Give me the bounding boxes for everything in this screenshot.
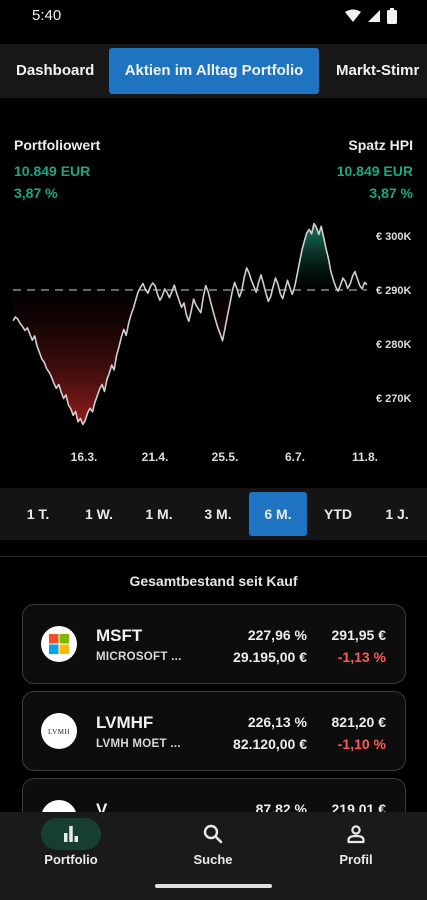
y-tick-label: € 270K (376, 393, 412, 405)
search-icon (203, 824, 223, 844)
x-tick-label: 25.5. (212, 450, 239, 464)
holding-name: LVMH MOET ... (96, 738, 181, 750)
nav-label: Portfolio (44, 852, 98, 867)
holding-card-lvmhf[interactable]: LVMH LVMHF LVMH MOET ... 226,13 % 82.120… (22, 691, 406, 771)
status-bar: 5:40 (0, 0, 427, 32)
y-tick-label: € 290K (376, 285, 412, 297)
holding-day-change: -1,10 % (337, 736, 386, 752)
lvmh-logo-text: LVMH (48, 728, 70, 736)
holding-price: 821,20 € (331, 714, 387, 730)
person-icon (347, 825, 365, 844)
range-1-woche[interactable]: 1 W. (70, 492, 128, 536)
x-tick-label: 6.7. (285, 450, 305, 464)
holding-percent-gain: 227,96 % (247, 627, 307, 643)
holding-value: 29.195,00 € (233, 649, 307, 665)
bar-chart-icon (64, 826, 78, 842)
wifi-icon (345, 9, 361, 22)
portfolio-chart-area: Portfoliowert 10.849 EUR 3,87 % Spatz HP… (0, 120, 427, 470)
x-tick-label: 21.4. (142, 450, 169, 464)
home-indicator (155, 884, 272, 888)
status-icons (345, 8, 397, 24)
range-1-tag[interactable]: 1 T. (10, 492, 66, 536)
holdings-section-title: Gesamtbestand seit Kauf (129, 573, 298, 589)
status-time: 5:40 (32, 7, 62, 24)
portfolio-tab-bar: Dashboard Aktien im Alltag Portfolio Mar… (0, 44, 427, 98)
holding-percent-gain: 226,13 % (247, 714, 307, 730)
x-tick-label: 11.8. (352, 450, 378, 464)
time-range-selector: 1 T. 1 W. 1 M. 3 M. 6 M. YTD 1 J. (0, 488, 427, 540)
battery-icon (387, 8, 397, 24)
holding-price: 291,95 € (331, 627, 387, 643)
lvmh-logo-icon: LVMH (41, 713, 77, 749)
nav-label: Suche (193, 852, 233, 867)
range-6-monate[interactable]: 6 M. (249, 492, 307, 536)
range-3-monate[interactable]: 3 M. (189, 492, 247, 536)
holding-day-change: -1,13 % (337, 649, 386, 665)
range-1-jahr[interactable]: 1 J. (369, 492, 425, 536)
holding-symbol: LVMHF (96, 713, 154, 732)
range-1-monat[interactable]: 1 M. (130, 492, 188, 536)
divider (0, 556, 427, 557)
microsoft-logo-icon (41, 626, 77, 662)
tab-markt-stimmung[interactable]: Markt-Stimr (336, 48, 419, 94)
nav-profil[interactable]: Profil (285, 812, 427, 876)
x-tick-label: 16.3. (71, 450, 98, 464)
y-tick-label: € 300K (376, 231, 412, 243)
holding-symbol: MSFT (96, 626, 143, 645)
nav-suche[interactable]: Suche (142, 812, 284, 876)
nav-label: Profil (339, 852, 373, 867)
holding-card-msft[interactable]: MSFT MICROSOFT ... 227,96 % 29.195,00 € … (22, 604, 406, 684)
loss-area-fill (13, 290, 367, 425)
gain-area-fill (13, 223, 367, 290)
y-tick-label: € 280K (376, 339, 412, 351)
holding-value: 82.120,00 € (233, 736, 307, 752)
signal-icon (368, 10, 380, 22)
range-ytd[interactable]: YTD (309, 492, 367, 536)
tab-aktien-im-alltag-portfolio[interactable]: Aktien im Alltag Portfolio (109, 48, 319, 94)
nav-portfolio[interactable]: Portfolio (0, 812, 142, 876)
holding-name: MICROSOFT ... (96, 651, 182, 663)
performance-chart[interactable]: € 300K € 290K € 280K € 270K 16.3. 21.4. 25.5.… (0, 120, 427, 470)
tab-dashboard[interactable]: Dashboard (16, 48, 94, 94)
